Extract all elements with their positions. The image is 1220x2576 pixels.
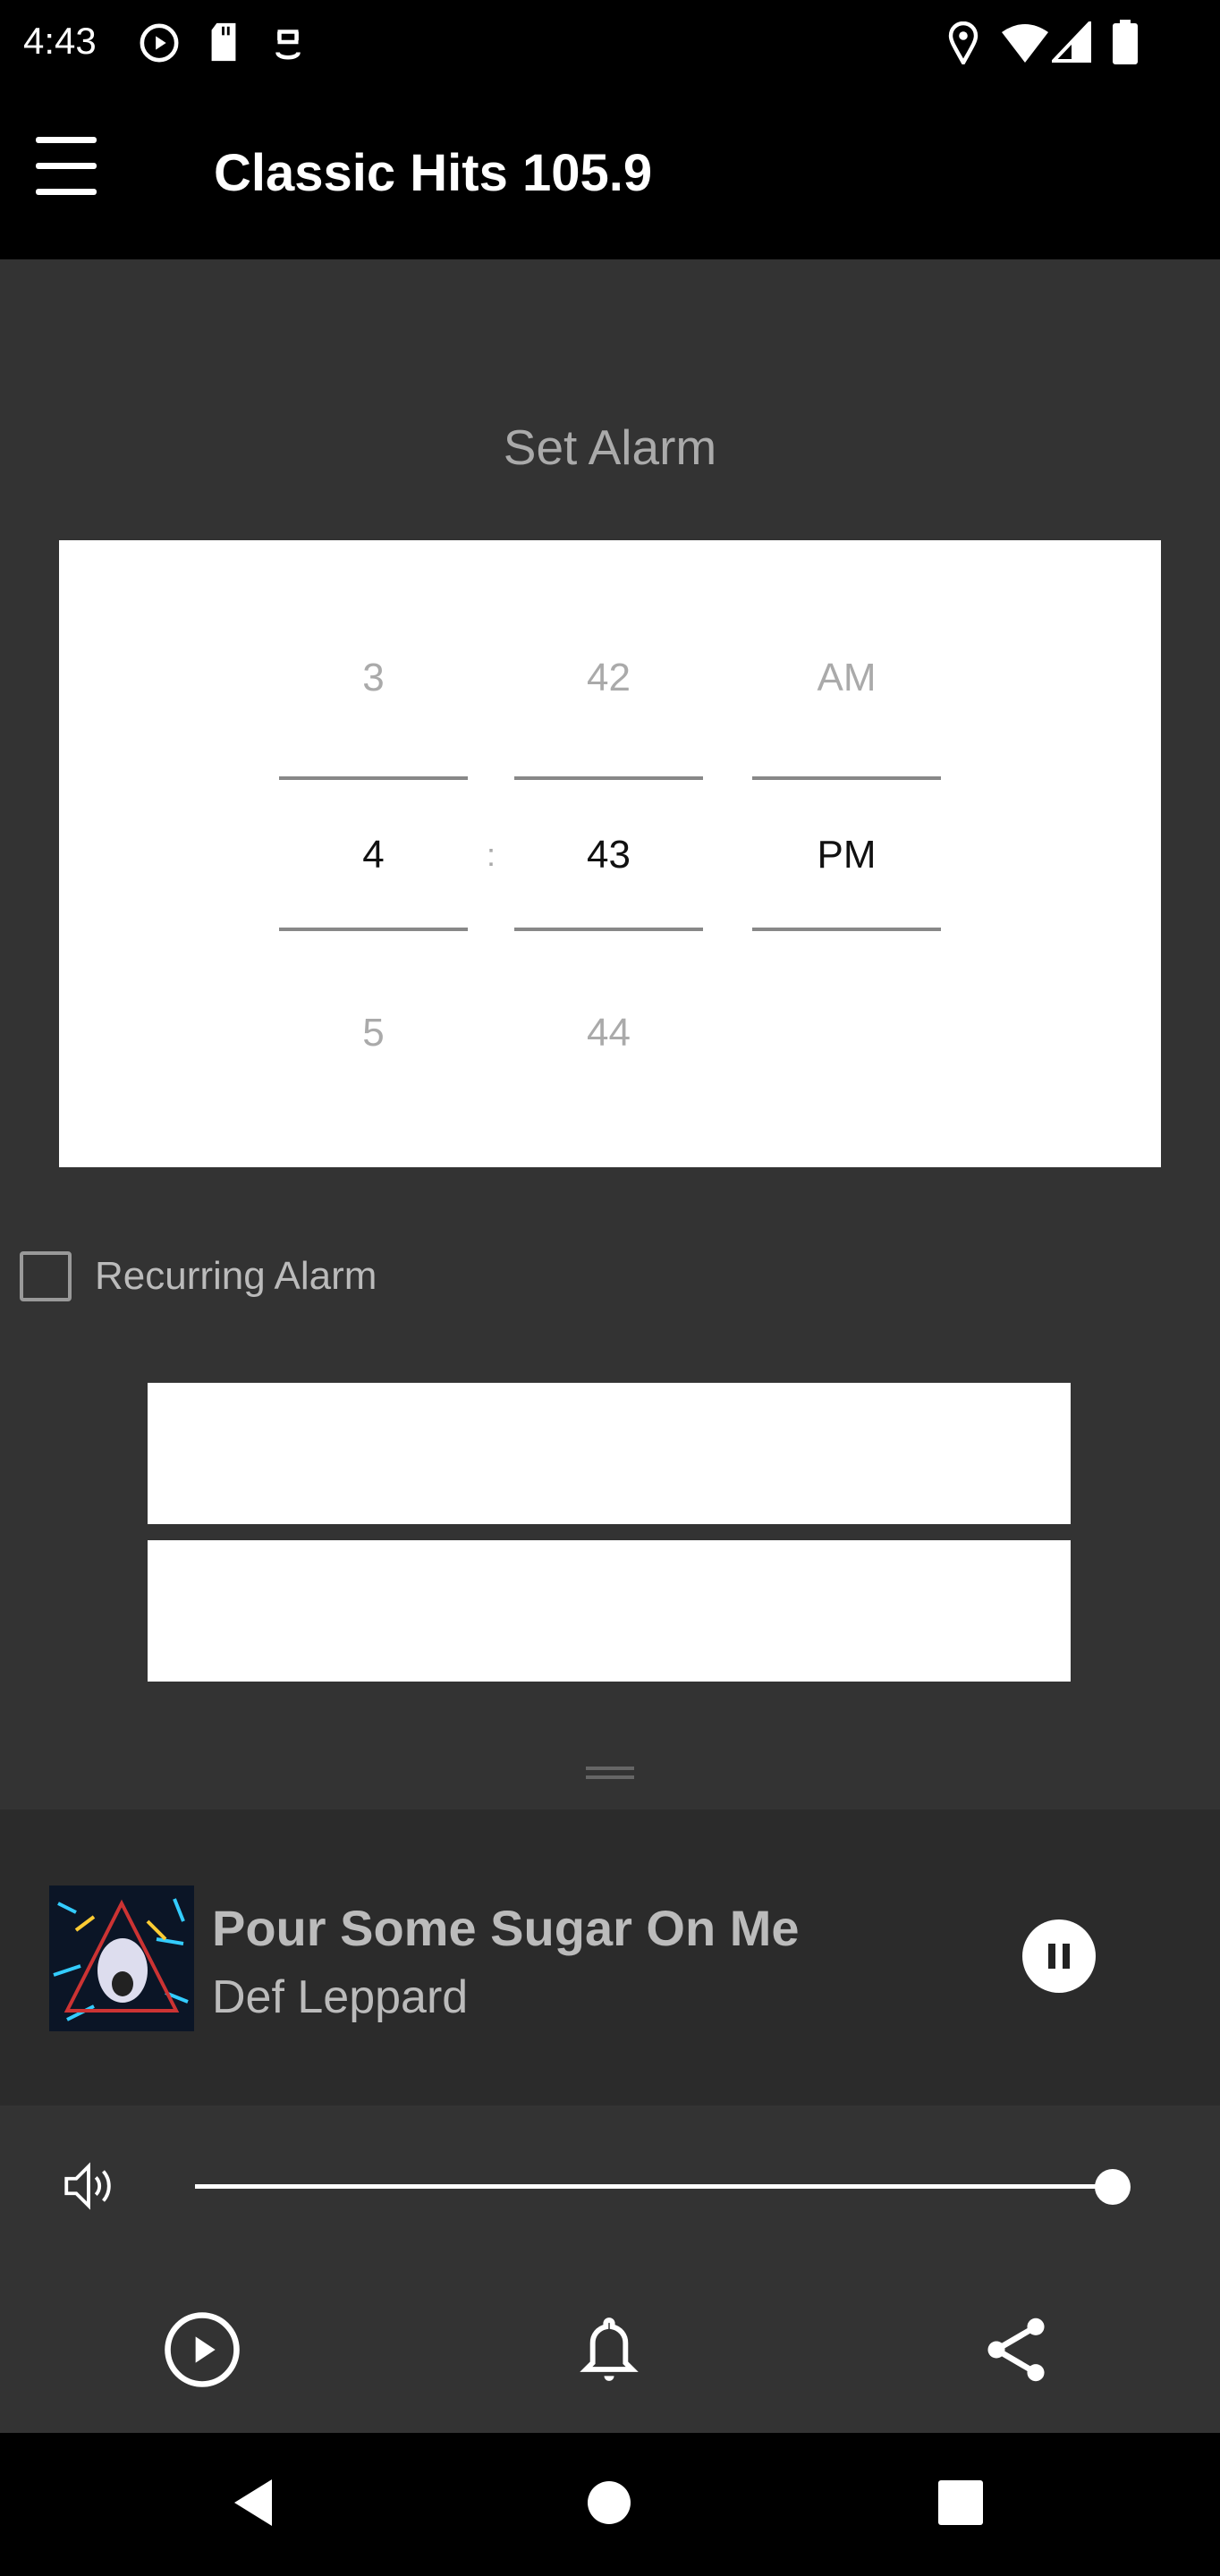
- play-circle-icon[interactable]: [163, 2310, 241, 2389]
- status-bar: 4:43: [0, 0, 1220, 89]
- period-selected[interactable]: PM: [752, 833, 941, 877]
- status-time: 4:43: [23, 20, 97, 62]
- android-debug-icon: [275, 30, 301, 60]
- hamburger-menu-icon[interactable]: [36, 134, 97, 197]
- volume-slider-track[interactable]: [195, 2184, 1112, 2189]
- album-art: [49, 1885, 194, 2031]
- volume-slider-thumb[interactable]: [1095, 2169, 1131, 2205]
- page-title: Classic Hits 105.9: [214, 144, 653, 202]
- player-controls: [0, 2106, 1220, 2433]
- volume-icon[interactable]: [57, 2157, 120, 2216]
- sd-card-icon: [211, 22, 236, 62]
- system-nav-bar: [0, 2433, 1220, 2576]
- location-icon: [948, 21, 979, 64]
- wifi-icon: [1002, 24, 1048, 63]
- time-separator: :: [486, 836, 496, 873]
- alarm-action-button-2[interactable]: [148, 1540, 1071, 1682]
- track-artist: Def Leppard: [212, 1971, 469, 2023]
- hour-prev[interactable]: 3: [279, 656, 468, 700]
- back-icon[interactable]: [231, 2478, 275, 2528]
- set-alarm-heading: Set Alarm: [503, 419, 717, 475]
- pause-button[interactable]: [1022, 1919, 1096, 1993]
- recurring-alarm-label[interactable]: Recurring Alarm: [95, 1254, 377, 1299]
- time-picker: 3 4 5 : 42 43 44 AM PM: [59, 540, 1161, 1167]
- recurring-alarm-checkbox[interactable]: [20, 1251, 72, 1301]
- play-circle-icon: [140, 23, 179, 63]
- hour-selected[interactable]: 4: [279, 833, 468, 877]
- recents-icon[interactable]: [938, 2480, 983, 2525]
- hour-next[interactable]: 5: [279, 1011, 468, 1055]
- alarm-action-button-1[interactable]: [148, 1383, 1071, 1524]
- now-playing-bar[interactable]: Pour Some Sugar On Me Def Leppard: [0, 1809, 1220, 2106]
- share-icon[interactable]: [977, 2310, 1055, 2389]
- battery-icon: [1113, 20, 1138, 64]
- minute-prev[interactable]: 42: [514, 656, 703, 700]
- home-icon[interactable]: [587, 2480, 631, 2525]
- track-title: Pour Some Sugar On Me: [212, 1900, 800, 1956]
- signal-icon: [1052, 21, 1091, 63]
- bell-icon[interactable]: [570, 2310, 648, 2389]
- period-prev[interactable]: AM: [752, 656, 941, 700]
- drag-handle-icon[interactable]: [586, 1765, 634, 1783]
- minute-next[interactable]: 44: [514, 1011, 703, 1055]
- app-bar: Classic Hits 105.9: [0, 89, 1220, 259]
- minute-selected[interactable]: 43: [514, 833, 703, 877]
